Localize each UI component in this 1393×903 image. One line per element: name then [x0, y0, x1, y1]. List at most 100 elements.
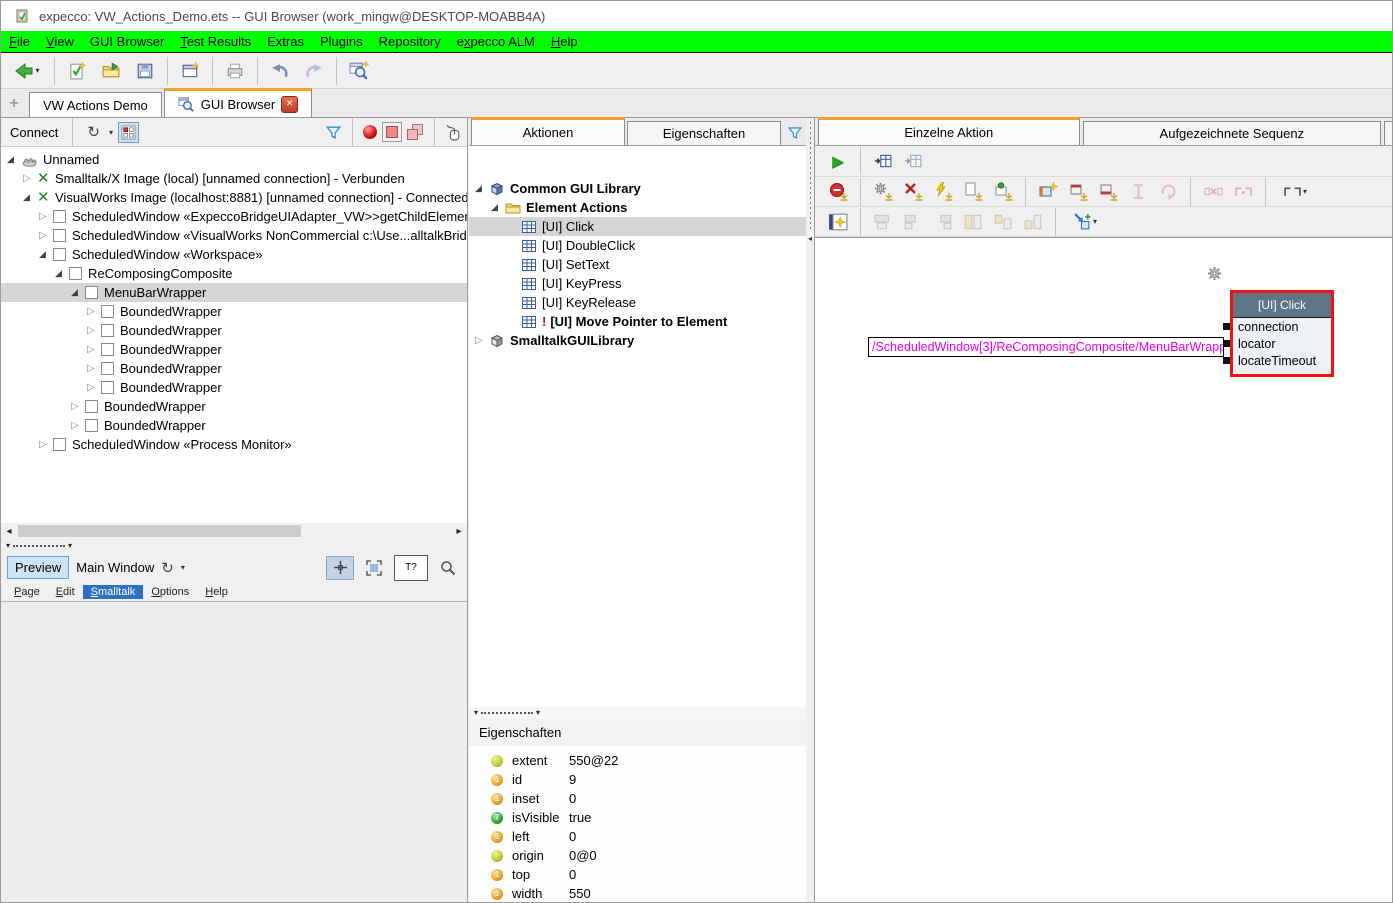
splitter-handle[interactable]	[810, 122, 811, 230]
locator-value-box[interactable]: /ScheduledWindow[3]/ReComposingComposite…	[868, 337, 1224, 357]
tree-row-common-gui-library[interactable]: ◢ Common GUI Library	[469, 179, 806, 198]
property-row-extent[interactable]: extent 550@22	[469, 751, 806, 770]
tree-row-boundedwrapper[interactable]: ▷ BoundedWrapper	[1, 416, 467, 435]
tree-row-visualworks-image[interactable]: ◢ ✕ VisualWorks Image (localhost:8881) […	[1, 188, 467, 207]
property-row-origin[interactable]: origin 0@0	[469, 846, 806, 865]
splitter-collapse-icon[interactable]: ◂	[808, 234, 812, 243]
tree-row-boundedwrapper[interactable]: ▷ BoundedWrapper	[1, 378, 467, 397]
menu-help[interactable]: Help	[543, 34, 586, 49]
expander-closed-icon[interactable]: ▷	[475, 335, 489, 346]
menu-plugins[interactable]: Plugins	[312, 34, 371, 49]
checkbox[interactable]	[101, 362, 114, 375]
redo-button[interactable]	[297, 56, 331, 86]
tree-row-ui-click[interactable]: [UI] Click	[469, 217, 806, 236]
checkbox[interactable]	[85, 419, 98, 432]
align-distribute-button[interactable]	[990, 210, 1016, 234]
splitter-arrow-icon[interactable]: ▾	[536, 709, 540, 717]
run-action-button[interactable]: ▶	[825, 149, 851, 173]
connect-button[interactable]: Connect	[6, 124, 62, 141]
tree-row-scheduledwindow-noncommercial[interactable]: ▷ ScheduledWindow «VisualWorks NonCommer…	[1, 226, 467, 245]
tree-row-unnamed[interactable]: ◢ Unnamed	[1, 150, 467, 169]
checkbox[interactable]	[101, 305, 114, 318]
tree-row-boundedwrapper[interactable]: ▷ BoundedWrapper	[1, 359, 467, 378]
tree-row-boundedwrapper[interactable]: ▷ BoundedWrapper	[1, 397, 467, 416]
tree-row-scheduledwindow-process-monitor[interactable]: ▷ ScheduledWindow «Process Monitor»	[1, 435, 467, 454]
pin-square[interactable]	[1223, 340, 1230, 347]
splitter-handle[interactable]	[481, 712, 533, 714]
tree-row-scheduledwindow-workspace[interactable]: ◢ ScheduledWindow «Workspace»	[1, 245, 467, 264]
expander-closed-icon[interactable]: ▷	[71, 420, 85, 431]
tree-row-ui-keypress[interactable]: [UI] KeyPress	[469, 274, 806, 293]
checkbox[interactable]	[69, 267, 82, 280]
record-button[interactable]	[363, 125, 377, 139]
splitter-arrow-icon[interactable]: ▾	[474, 709, 478, 717]
tree-row-element-actions[interactable]: ◢ Element Actions	[469, 198, 806, 217]
show-grid-toggle[interactable]	[118, 122, 139, 143]
menu-test-results[interactable]: Test Results	[172, 34, 259, 49]
anchor-page-button[interactable]	[960, 180, 986, 204]
anchor-exception-button[interactable]	[930, 180, 956, 204]
pin-square[interactable]	[1223, 323, 1230, 330]
chevron-down-icon[interactable]: ▾	[1303, 187, 1307, 196]
tab-eigenschaften[interactable]: Eigenschaften	[627, 121, 781, 145]
expander-closed-icon[interactable]: ▷	[87, 325, 101, 336]
scrollbar-track[interactable]	[17, 523, 451, 539]
disconnect-pins-button[interactable]	[1200, 180, 1226, 204]
menu-repository[interactable]: Repository	[371, 34, 449, 49]
text-query-button[interactable]: T?	[394, 555, 428, 581]
tree-row-boundedwrapper[interactable]: ▷ BoundedWrapper	[1, 302, 467, 321]
expander-open-icon[interactable]: ◢	[23, 192, 37, 203]
ui-click-node[interactable]: [UI] Click connection locator locateTime…	[1230, 290, 1334, 377]
tab-aufgezeichnete-sequenz[interactable]: Aufgezeichnete Sequenz	[1083, 121, 1381, 145]
align-bottom-button[interactable]	[1020, 210, 1046, 234]
expander-open-icon[interactable]: ◢	[491, 202, 505, 213]
pick-element-button[interactable]	[326, 556, 354, 580]
tree-row-scheduledwindow-adapter[interactable]: ▷ ScheduledWindow «ExpeccoBridgeUIAdapte…	[1, 207, 467, 226]
expander-closed-icon[interactable]: ▷	[87, 306, 101, 317]
checkbox[interactable]	[53, 210, 66, 223]
node-pin-locator[interactable]: locator	[1233, 335, 1331, 352]
node-pin-locatetimeout[interactable]: locateTimeout	[1233, 352, 1331, 369]
checkbox[interactable]	[101, 343, 114, 356]
actions-properties-splitter[interactable]: ▾ ▾	[469, 707, 806, 719]
expander-open-icon[interactable]: ◢	[71, 287, 85, 298]
reconnect-pins-button[interactable]	[1230, 180, 1256, 204]
chevron-down-icon[interactable]: ▾	[181, 563, 185, 572]
close-tab-icon[interactable]: ✕	[281, 96, 298, 113]
expander-closed-icon[interactable]: ▷	[87, 344, 101, 355]
menu-file[interactable]: File	[1, 34, 38, 49]
align-columns-button[interactable]	[960, 210, 986, 234]
anchor-step-top-button[interactable]	[1065, 180, 1091, 204]
tree-row-ui-move-pointer[interactable]: ! [UI] Move Pointer to Element	[469, 312, 806, 331]
checkbox[interactable]	[85, 286, 98, 299]
chevron-down-icon[interactable]: ▾	[1093, 217, 1097, 226]
tab-gui-browser[interactable]: GUI Browser ✕	[164, 88, 312, 117]
new-step-button[interactable]	[1035, 180, 1061, 204]
checkbox[interactable]	[85, 400, 98, 413]
scroll-left-icon[interactable]: ◂	[1, 526, 17, 537]
preview-target-label[interactable]: Main Window	[76, 560, 154, 575]
expander-closed-icon[interactable]: ▷	[39, 439, 53, 450]
expander-open-icon[interactable]: ◢	[55, 268, 69, 279]
open-button[interactable]	[94, 56, 128, 86]
menu-extras[interactable]: Extras	[259, 34, 312, 49]
anchor-step-bottom-button[interactable]	[1095, 180, 1121, 204]
align-left-button[interactable]	[900, 210, 926, 234]
tree-row-recomposingcomposite[interactable]: ◢ ReComposingComposite	[1, 264, 467, 283]
checkbox[interactable]	[53, 248, 66, 261]
preview-menu-edit[interactable]: Edit	[48, 585, 83, 599]
expander-open-icon[interactable]: ◢	[475, 183, 489, 194]
zoom-button[interactable]	[435, 557, 461, 579]
preview-menu-page[interactable]: Page	[6, 585, 48, 599]
expander-open-icon[interactable]: ◢	[7, 154, 21, 165]
action-diagram-canvas[interactable]: [UI] Click connection locator locateTime…	[815, 237, 1393, 903]
insert-vertical-button[interactable]	[1125, 180, 1151, 204]
property-row-left[interactable]: 1 left 0	[469, 827, 806, 846]
expander-closed-icon[interactable]: ▷	[39, 211, 53, 222]
anchor-state-button[interactable]	[990, 180, 1016, 204]
checkbox[interactable]	[101, 324, 114, 337]
anchor-gear-button[interactable]	[870, 180, 896, 204]
tree-row-stx-image[interactable]: ▷ ✕ Smalltalk/X Image (local) [unnamed c…	[1, 169, 467, 188]
node-settings-gear-icon[interactable]	[1207, 266, 1222, 281]
splitter-arrow-icon[interactable]: ▾	[6, 542, 10, 550]
